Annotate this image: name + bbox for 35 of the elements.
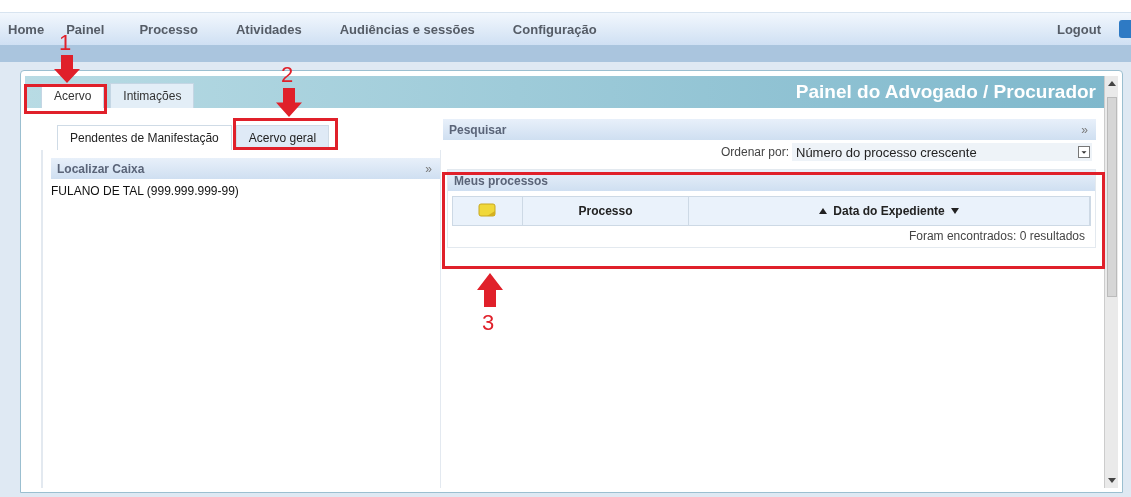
heading-text: Pesquisar (449, 122, 507, 137)
sort-down-icon (950, 208, 959, 214)
column-header[interactable]: Data do Expediente (689, 197, 1090, 225)
tab[interactable]: Acervo (41, 83, 105, 108)
expand-toggle[interactable]: » (425, 161, 432, 176)
panel-title: Painel do Advogado / Procurador (795, 81, 1096, 103)
sort-label: Ordenar por: (720, 145, 789, 159)
menu-item[interactable]: Audiências e sessões (339, 21, 475, 37)
results-count: Foram encontrados: 0 resultados (907, 228, 1086, 243)
logout-link[interactable]: Logout (1056, 21, 1101, 37)
column-title: Data do Expediente (833, 204, 945, 218)
scroll-down-icon[interactable] (1107, 478, 1116, 484)
dropdown-icon (1078, 146, 1090, 158)
scroll-thumb[interactable] (1106, 97, 1117, 297)
column-header[interactable]: Processo (523, 197, 689, 225)
scroll-up-icon[interactable] (1107, 80, 1116, 86)
arrow-icon (276, 88, 302, 117)
sort-up-icon (819, 208, 828, 214)
menu-item[interactable]: Processo (139, 21, 198, 37)
menu-item[interactable]: Configuração (512, 21, 597, 37)
callout-number: 2 (281, 64, 294, 86)
arrow-icon (54, 55, 80, 83)
heading-text: Localizar Caixa (57, 161, 145, 176)
sort-select[interactable]: Número do processo crescente (792, 143, 1092, 161)
tab[interactable]: Intimações (110, 83, 195, 108)
menu-item[interactable]: Home (8, 21, 45, 37)
menu-item[interactable]: Atividades (235, 21, 302, 37)
heading-text: Meus processos (454, 173, 549, 188)
callout-number: 3 (482, 312, 495, 334)
arrow-icon (477, 273, 503, 307)
note-icon (476, 202, 499, 220)
scrollbar[interactable] (1104, 76, 1118, 488)
expand-toggle[interactable]: » (1081, 122, 1088, 137)
list-item[interactable]: FULANO DE TAL (999.999.999-99) (51, 184, 440, 198)
sub-tab[interactable]: Pendentes de Manifestação (57, 125, 232, 150)
